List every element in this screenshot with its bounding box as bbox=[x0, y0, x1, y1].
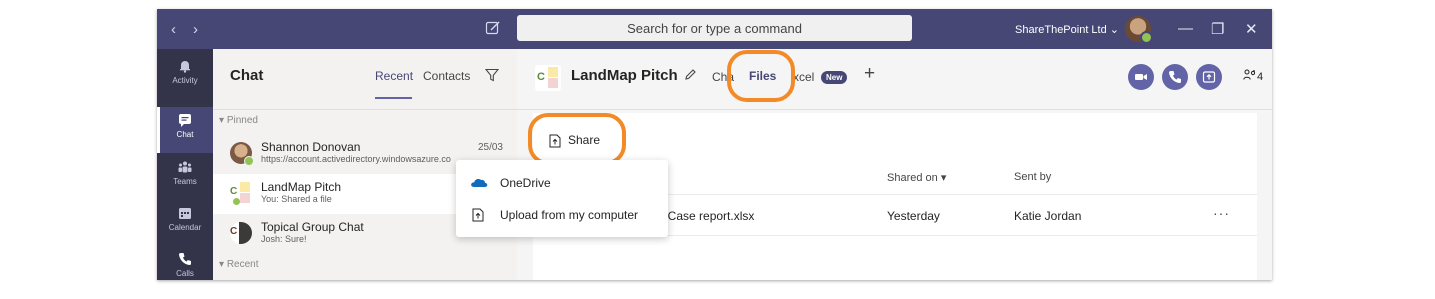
menu-item-onedrive[interactable]: OneDrive bbox=[456, 168, 668, 198]
back-button[interactable]: ‹ bbox=[171, 21, 176, 38]
highlight-files-tab bbox=[727, 50, 795, 102]
teams-window: ‹ › Search for or type a command ShareTh… bbox=[157, 9, 1272, 280]
channel-name: LandMap Pitch bbox=[571, 67, 678, 84]
calendar-icon bbox=[179, 208, 191, 219]
compose-icon[interactable] bbox=[485, 20, 501, 36]
share-screen-button[interactable] bbox=[1196, 64, 1222, 90]
audio-call-button[interactable] bbox=[1162, 64, 1188, 90]
rail-label: Chat bbox=[176, 130, 194, 139]
team-tile-icon bbox=[548, 67, 558, 77]
channel-initial: C bbox=[537, 71, 545, 83]
rail-label: Activity bbox=[172, 76, 198, 85]
menu-item-label: OneDrive bbox=[500, 176, 551, 190]
team-initial: C bbox=[230, 186, 238, 197]
rail-item-calls[interactable]: Calls bbox=[157, 246, 213, 280]
column-sent-by[interactable]: Sent by bbox=[1014, 171, 1051, 183]
participant-count: 4 bbox=[1257, 71, 1264, 83]
title-bar: ‹ › Search for or type a command ShareTh… bbox=[157, 9, 1272, 49]
recent-section-toggle[interactable]: ▾ Recent bbox=[219, 259, 259, 270]
participants-button[interactable]: 4 bbox=[1243, 69, 1263, 83]
active-tab-indicator bbox=[375, 97, 412, 99]
channel-header: C LandMap Pitch Cha Files xcel New + 4 bbox=[517, 49, 1272, 110]
chat-icon bbox=[179, 114, 191, 127]
chat-list-header: Chat Recent Contacts bbox=[213, 49, 517, 110]
rail-label: Teams bbox=[173, 177, 197, 186]
edit-pen-icon[interactable] bbox=[684, 68, 697, 81]
file-shared-on: Yesterday bbox=[887, 209, 940, 223]
pinned-label: Pinned bbox=[226, 115, 258, 126]
phone-icon bbox=[1168, 71, 1181, 84]
rail-item-chat[interactable]: Chat bbox=[157, 107, 213, 153]
chat-item-name: LandMap Pitch bbox=[261, 180, 342, 194]
chat-item-preview: You: Shared a file bbox=[261, 194, 332, 204]
phone-icon bbox=[178, 253, 191, 266]
chat-item-preview: Josh: Sure! bbox=[261, 234, 307, 244]
rail-label: Calendar bbox=[168, 223, 202, 232]
tab-contacts[interactable]: Contacts bbox=[423, 69, 470, 83]
app-rail: Activity Chat Teams Calendar Calls bbox=[157, 49, 213, 280]
menu-item-upload-from-computer[interactable]: Upload from my computer bbox=[456, 200, 668, 230]
recent-label: Recent bbox=[226, 259, 259, 270]
people-icon bbox=[1243, 69, 1256, 80]
team-avatar: C bbox=[230, 182, 252, 205]
bell-icon bbox=[180, 61, 190, 73]
chat-item-name: Shannon Donovan bbox=[261, 140, 361, 154]
search-input[interactable]: Search for or type a command bbox=[517, 15, 912, 41]
file-sent-by: Katie Jordan bbox=[1014, 209, 1082, 223]
tab-recent[interactable]: Recent bbox=[375, 69, 413, 83]
add-tab-button[interactable]: + bbox=[864, 63, 875, 85]
filter-icon[interactable] bbox=[485, 68, 499, 82]
team-tile-icon bbox=[240, 182, 250, 192]
presence-available-icon bbox=[233, 198, 240, 205]
chat-list-title: Chat bbox=[230, 67, 264, 84]
rail-item-activity[interactable]: Activity bbox=[157, 53, 213, 99]
video-call-button[interactable] bbox=[1128, 64, 1154, 90]
profile-avatar[interactable] bbox=[1125, 16, 1153, 44]
maximize-button[interactable]: ❐ bbox=[1211, 20, 1224, 38]
team-tile-icon bbox=[548, 78, 558, 88]
share-dropdown-menu: OneDrive Upload from my computer bbox=[456, 160, 668, 237]
upload-icon bbox=[472, 208, 484, 222]
new-badge: New bbox=[821, 71, 848, 84]
video-camera-icon bbox=[1135, 74, 1147, 80]
rail-label: Calls bbox=[176, 269, 194, 278]
channel-avatar: C bbox=[535, 65, 561, 91]
rail-item-calendar[interactable]: Calendar bbox=[157, 200, 213, 246]
tenant-switcher[interactable]: ShareThePoint Ltd ⌄ bbox=[1015, 23, 1119, 36]
menu-item-label: Upload from my computer bbox=[500, 208, 639, 222]
rail-item-teams[interactable]: Teams bbox=[157, 154, 213, 200]
pinned-section-toggle[interactable]: ▾ Pinned bbox=[219, 115, 258, 126]
close-button[interactable]: ✕ bbox=[1245, 20, 1258, 38]
chat-item-preview: https://account.activedirectory.windowsa… bbox=[261, 154, 451, 164]
group-initial: C bbox=[230, 226, 238, 237]
group-avatar: C bbox=[230, 222, 252, 244]
forward-button[interactable]: › bbox=[193, 21, 198, 38]
tab-excel[interactable]: xcel bbox=[793, 70, 814, 84]
share-screen-icon bbox=[1202, 71, 1216, 83]
chat-item-name: Topical Group Chat bbox=[261, 220, 364, 234]
more-options-button[interactable]: ··· bbox=[1213, 205, 1230, 221]
minimize-button[interactable]: — bbox=[1178, 20, 1193, 37]
column-shared-on[interactable]: Shared on ▾ bbox=[887, 171, 946, 184]
chat-item-date: 25/03 bbox=[477, 142, 503, 153]
team-tile-icon bbox=[240, 193, 250, 203]
presence-available-icon bbox=[244, 156, 254, 166]
group-photo-icon bbox=[239, 222, 252, 244]
highlight-share-button bbox=[528, 113, 626, 165]
onedrive-icon bbox=[471, 179, 488, 187]
teams-icon bbox=[178, 161, 192, 173]
presence-available-icon bbox=[1140, 31, 1153, 44]
search-placeholder: Search for or type a command bbox=[627, 20, 802, 36]
avatar bbox=[230, 142, 254, 166]
